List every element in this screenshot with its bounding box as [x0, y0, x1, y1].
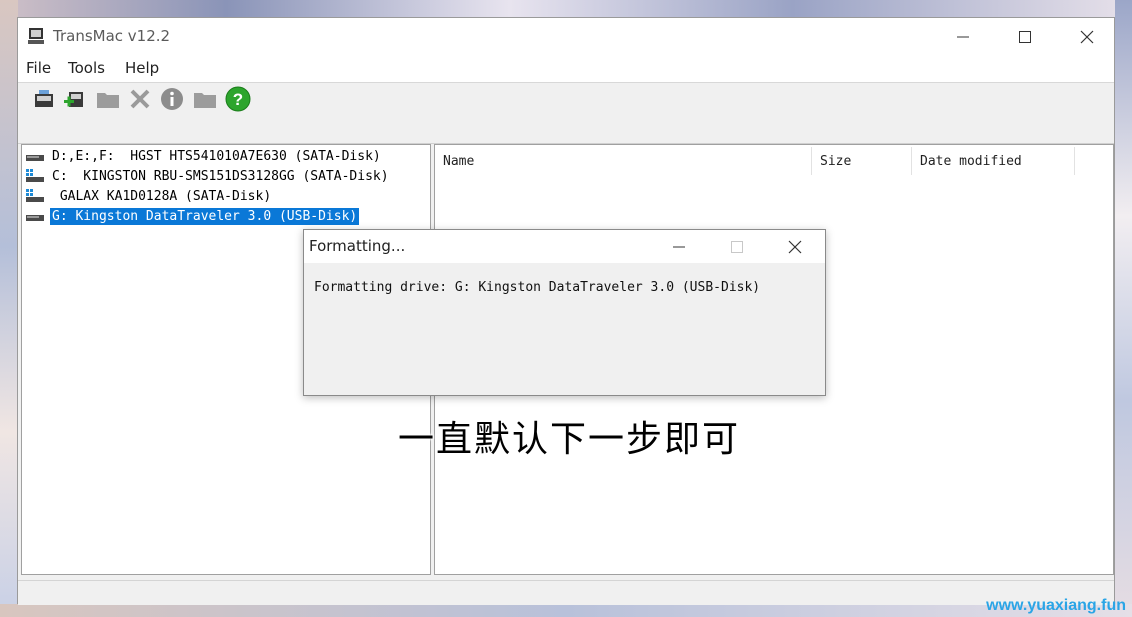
maximize-button[interactable] [1002, 18, 1048, 56]
dialog-close-button[interactable] [772, 230, 818, 263]
watermark: www.yuaxiang.fun [986, 597, 1126, 614]
title-bar[interactable]: TransMac v12.2 [18, 18, 1114, 56]
dialog-message: Formatting drive: G: Kingston DataTravel… [314, 280, 761, 295]
dialog-maximize-button [714, 230, 760, 263]
app-icon [28, 28, 44, 44]
drive-item-usb[interactable]: G: Kingston DataTraveler 3.0 (USB-Disk) [26, 206, 360, 226]
folder-icon [194, 93, 216, 108]
wallpaper-bottom [0, 604, 1132, 617]
toolbar: ? [18, 83, 1114, 144]
drive-item-kingston-ssd[interactable]: C: KINGSTON RBU-SMS151DS3128GG (SATA-Dis… [26, 166, 391, 186]
minimize-icon [957, 36, 969, 38]
hard-disk-icon [26, 155, 44, 161]
help-icon: ? [225, 86, 251, 112]
folder-button[interactable] [192, 86, 218, 112]
help-button[interactable]: ? [225, 86, 251, 112]
windows-disk-icon [26, 169, 44, 182]
wallpaper-right [1115, 0, 1132, 617]
dialog-title: Formatting... [309, 237, 406, 255]
new-folder-icon [97, 93, 119, 108]
maximize-icon [1019, 31, 1031, 43]
delete-icon [130, 89, 150, 109]
new-folder-button[interactable] [95, 86, 121, 112]
maximize-icon [731, 240, 743, 253]
drive-label: G: Kingston DataTraveler 3.0 (USB-Disk) [50, 207, 360, 225]
overlay-caption: 一直默认下一步即可 [398, 419, 741, 460]
dialog-minimize-button[interactable] [656, 230, 702, 263]
dialog-title-bar[interactable]: Formatting... [304, 230, 825, 263]
windows-disk-icon [26, 189, 44, 202]
add-disk-image-button[interactable] [61, 86, 87, 112]
wallpaper-top [0, 0, 1132, 17]
svg-text:?: ? [233, 90, 243, 109]
column-name[interactable]: Name [435, 147, 812, 175]
usb-disk-icon [26, 215, 44, 221]
menu-tools[interactable]: Tools [68, 59, 105, 77]
delete-button[interactable] [127, 86, 153, 112]
close-button[interactable] [1064, 18, 1110, 56]
drive-item-hgst[interactable]: D:,E:,F: HGST HTS541010A7E630 (SATA-Disk… [26, 146, 383, 166]
open-disk-image-button[interactable] [31, 86, 57, 112]
menu-bar: File Tools Help [18, 56, 1114, 83]
info-icon [161, 88, 183, 110]
close-icon [788, 240, 802, 253]
add-disk-image-icon [64, 92, 83, 107]
column-date-modified[interactable]: Date modified [912, 147, 1075, 175]
minimize-icon [673, 246, 685, 247]
wallpaper-left [0, 0, 18, 617]
close-icon [1080, 30, 1094, 44]
drive-label: C: KINGSTON RBU-SMS151DS3128GG (SATA-Dis… [52, 168, 389, 184]
open-disk-image-icon [35, 90, 53, 107]
info-button[interactable] [159, 86, 185, 112]
column-size[interactable]: Size [812, 147, 912, 175]
drive-label: D:,E:,F: HGST HTS541010A7E630 (SATA-Disk… [52, 148, 381, 164]
status-bar [18, 580, 1114, 605]
menu-file[interactable]: File [26, 59, 51, 77]
drive-item-galax[interactable]: GALAX KA1D0128A (SATA-Disk) [26, 186, 273, 206]
window-title: TransMac v12.2 [53, 27, 171, 45]
drive-label: GALAX KA1D0128A (SATA-Disk) [52, 188, 272, 204]
formatting-dialog: Formatting... Formatting drive: G: Kings… [303, 229, 826, 396]
minimize-button[interactable] [940, 18, 986, 56]
menu-help[interactable]: Help [125, 59, 159, 77]
